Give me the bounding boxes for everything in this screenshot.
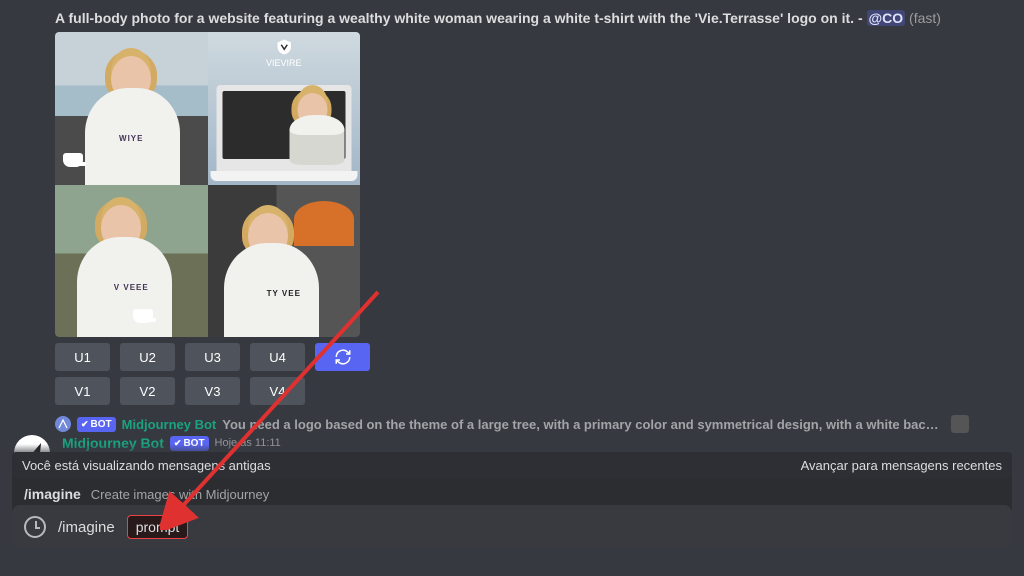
upscale-4-button[interactable]: U4 — [250, 343, 305, 371]
message-input[interactable]: /imagine prompt — [12, 505, 1012, 549]
upscale-1-button[interactable]: U1 — [55, 343, 110, 371]
action-buttons: U1 U2 U3 U4 V1 V2 V3 V4 — [55, 343, 1024, 405]
input-command: /imagine — [58, 519, 115, 536]
generated-image-grid[interactable]: WIYE VIEVIRE — [55, 32, 360, 337]
grid-image-4[interactable]: TY VEE — [208, 185, 361, 338]
variation-2-button[interactable]: V2 — [120, 377, 175, 405]
reply-username: Midjourney Bot — [122, 417, 217, 432]
suggestion-description: Create images with Midjourney — [91, 487, 269, 502]
variation-1-button[interactable]: V1 — [55, 377, 110, 405]
reply-reference[interactable]: ✔BOT Midjourney Bot You need a logo base… — [0, 405, 1024, 433]
prompt-line: A full-body photo for a website featurin… — [0, 0, 1024, 32]
suggestion-command: /imagine — [24, 486, 81, 502]
reply-avatar-icon — [55, 416, 71, 432]
variation-4-button[interactable]: V4 — [250, 377, 305, 405]
grid-image-2[interactable]: VIEVIRE — [208, 32, 361, 185]
prompt-argument-pill[interactable]: prompt — [127, 515, 189, 539]
clock-icon — [24, 516, 46, 538]
reroll-button[interactable] — [315, 343, 370, 371]
brand-badge: VIEVIRE — [266, 38, 302, 68]
upscale-2-button[interactable]: U2 — [120, 343, 175, 371]
prompt-text: A full-body photo for a website featurin… — [55, 10, 854, 26]
reply-thumbnail-icon — [951, 415, 969, 433]
grid-image-3[interactable]: V VEEE — [55, 185, 208, 338]
grid-image-1[interactable]: WIYE — [55, 32, 208, 185]
variation-3-button[interactable]: V3 — [185, 377, 240, 405]
jump-to-recent-button[interactable]: Avançar para mensagens recentes — [801, 458, 1002, 473]
old-messages-banner: Você está visualizando mensagens antigas… — [12, 452, 1012, 479]
reply-preview-text: You need a logo based on the theme of a … — [222, 417, 939, 432]
banner-text-left: Você está visualizando mensagens antigas — [22, 458, 271, 473]
upscale-3-button[interactable]: U3 — [185, 343, 240, 371]
bot-badge: ✔BOT — [77, 417, 116, 432]
speed-tag: (fast) — [909, 10, 941, 26]
user-mention[interactable]: @CO — [867, 10, 906, 26]
reroll-icon — [334, 348, 352, 366]
